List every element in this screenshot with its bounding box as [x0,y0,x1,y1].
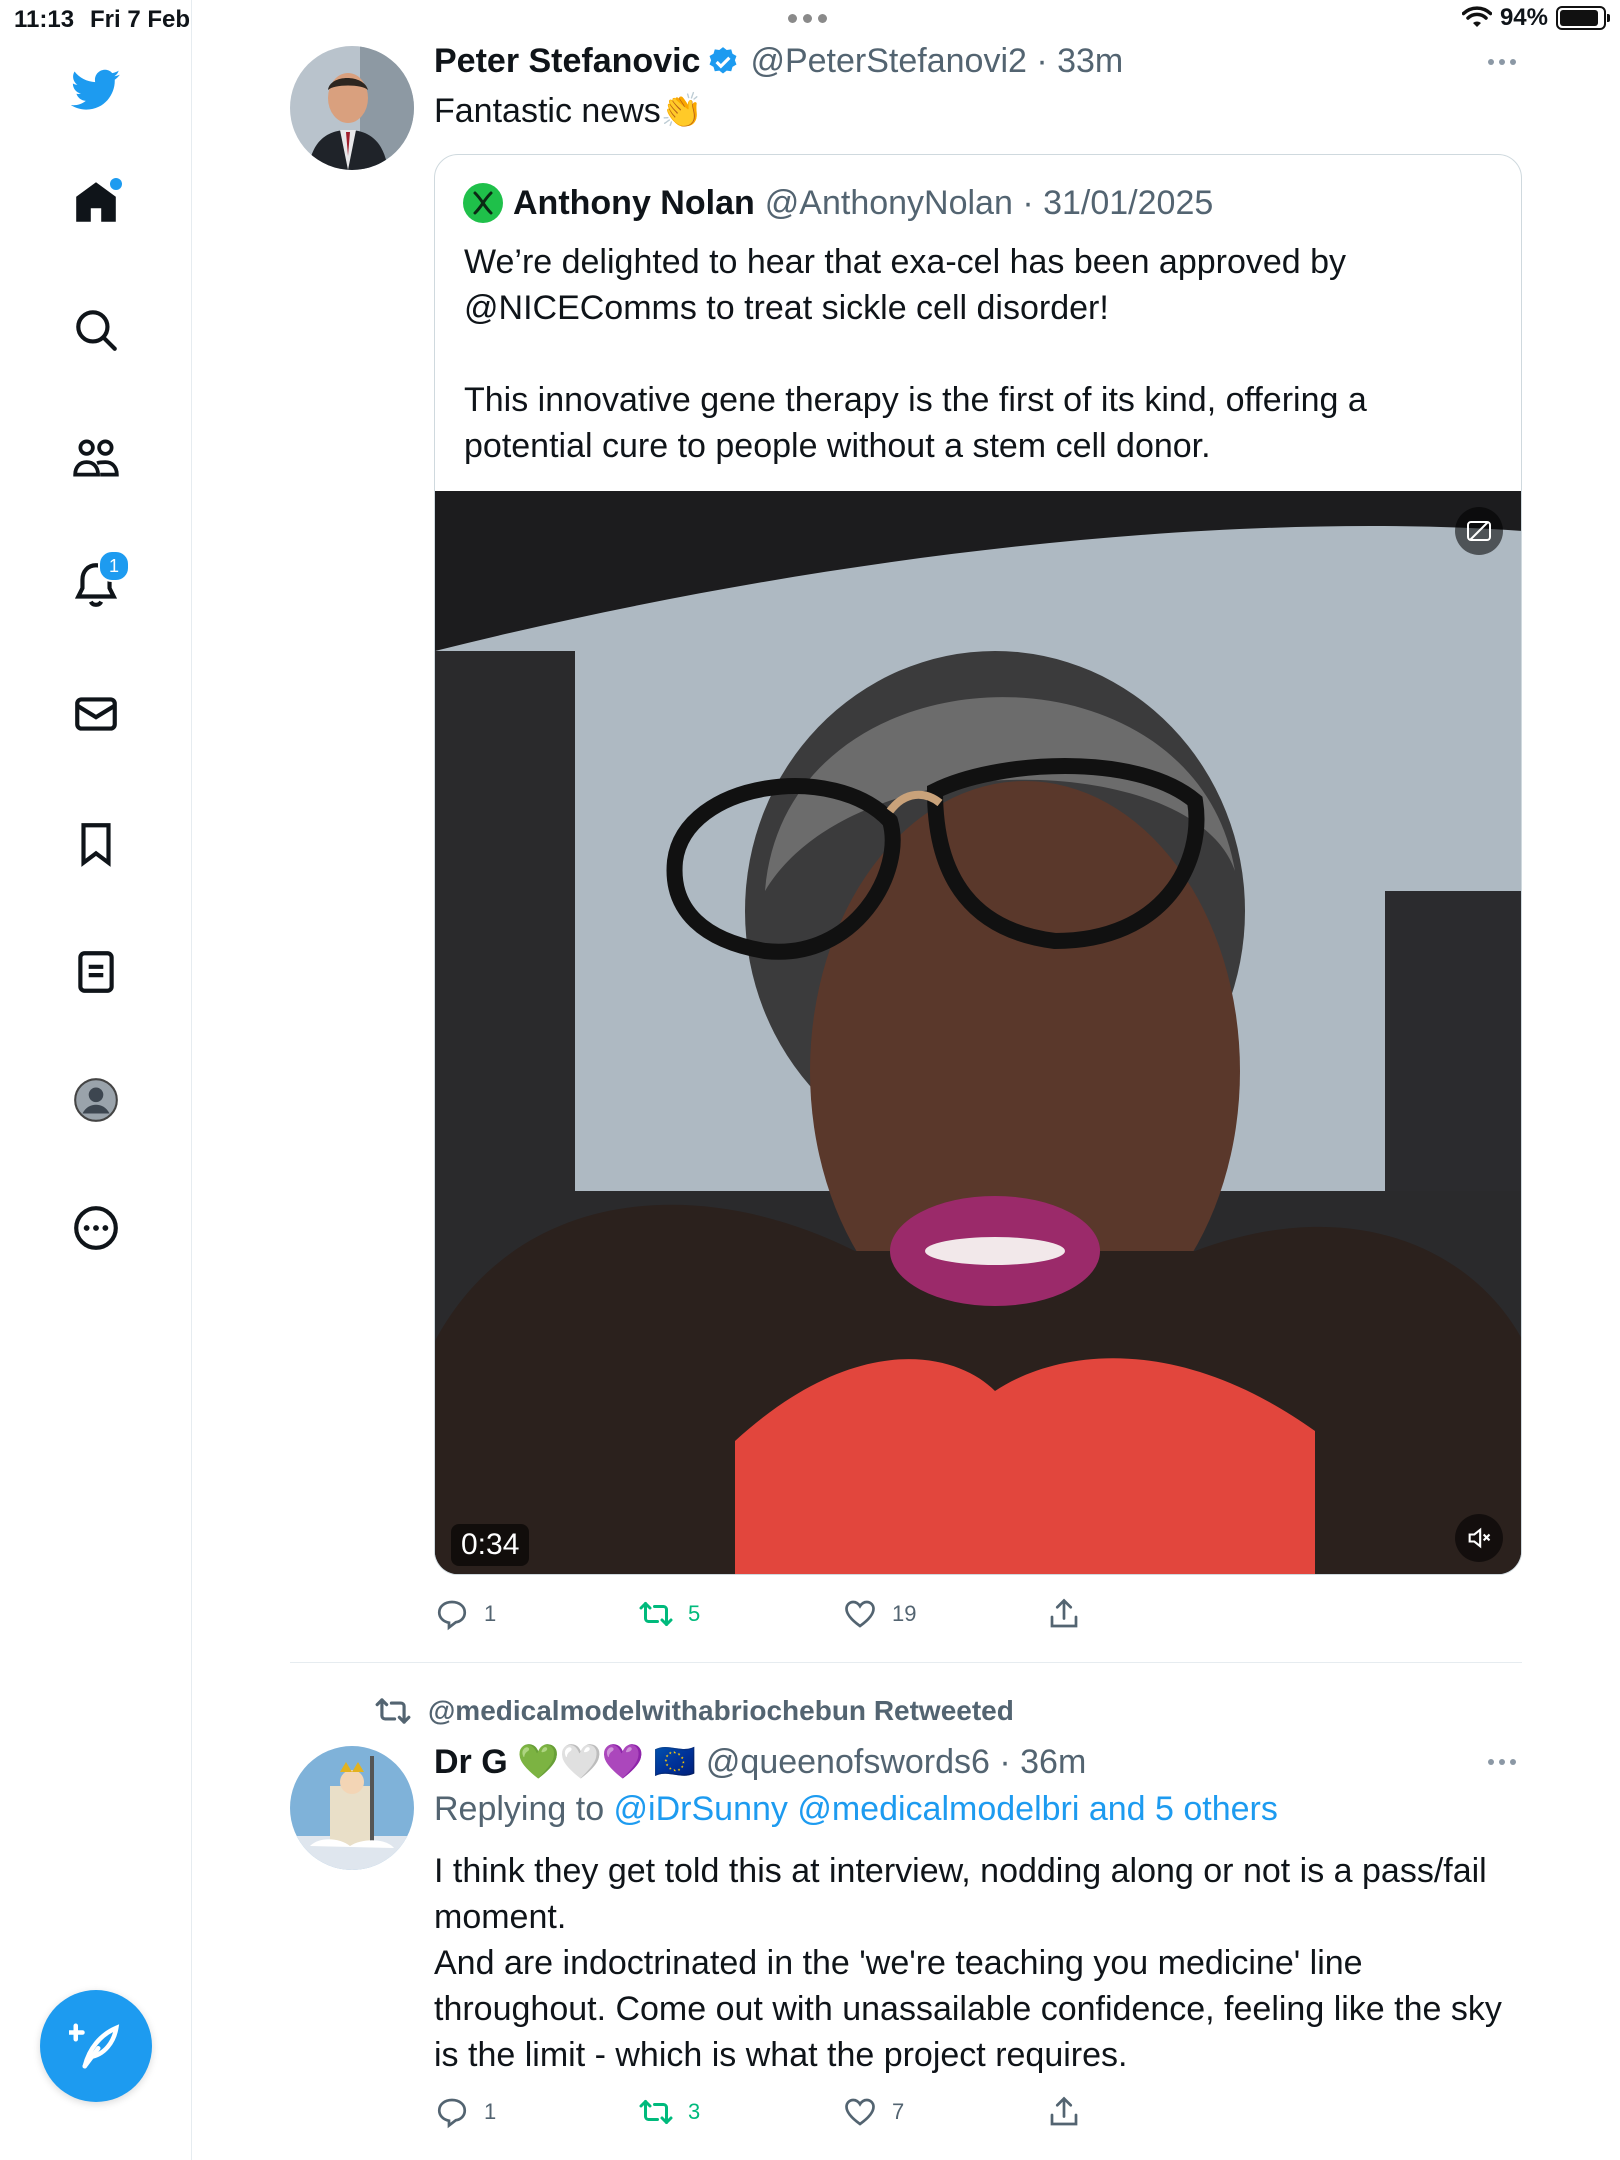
tweet1-retweet-count: 5 [688,1601,701,1626]
retweeted-by-text[interactable]: @medicalmodelwithabriochebun Retweeted [428,1695,1014,1727]
reply-icon [437,2098,467,2129]
lists-icon[interactable] [58,934,134,1010]
quote-video-player[interactable]: 0:34 [435,491,1521,1574]
tweet2-text: I think they get told this at interview,… [434,1852,1502,2074]
reply-icon [437,1600,467,1631]
status-bar: 11:13 Fri 7 Feb 94% [0,0,1620,40]
quote-text: We’re delighted to hear that exa-cel has… [464,243,1367,465]
tweet1-reply-count: 1 [484,1601,497,1626]
search-icon[interactable] [58,292,134,368]
video-duration-badge: 0:34 [451,1524,530,1566]
replying-to-row: Replying to @iDrSunny @medicalmodelbri a… [434,1790,1278,1829]
tweet2-header: Dr G 💚🤍💜 🇪🇺 @queenofswords6 · 36m [434,1742,1086,1782]
more-options-circle-icon[interactable] [58,1190,134,1266]
mute-toggle-icon[interactable] [1455,1514,1503,1562]
tweet-divider [290,1662,1522,1663]
profile-avatar-icon[interactable] [58,1062,134,1138]
tweet2-more-icon[interactable] [1488,1759,1528,1765]
tweet1-actions: 1 5 19 [434,1596,1250,1632]
twitter-logo-icon[interactable] [58,52,134,128]
quote-handle[interactable]: @AnthonyNolan · 31/01/2025 [765,184,1214,223]
video-frame-image [435,491,1521,1574]
peter-avatar[interactable] [290,46,414,170]
retweet-indicator-icon [375,1698,411,1724]
home-new-dot [110,178,122,190]
captions-toggle-icon[interactable] [1455,507,1503,555]
tweet1-share-button[interactable] [1046,1596,1250,1632]
communities-icon[interactable] [58,420,134,496]
share-icon [1050,2096,1078,2126]
retweet-icon [639,1602,673,1626]
tweet2-handle[interactable]: @queenofswords6 · 36m [706,1743,1086,1782]
tweet2-actions: 1 3 7 [434,2094,1250,2130]
sidebar: 1 [0,0,192,2160]
tweet2-like-count: 7 [892,2099,905,2124]
status-right: 94% [1461,4,1610,32]
heart-icon [845,2098,875,2126]
battery-percent: 94% [1499,4,1548,31]
replying-to-prefix: Replying to [434,1790,614,1828]
notifications-badge: 1 [98,550,130,582]
retweet-icon [639,2100,673,2124]
tweet1-retweet-button[interactable]: 5 [638,1596,842,1632]
verified-badge-icon [709,46,737,73]
compose-tweet-button[interactable] [40,1990,152,2102]
tweet2-retweet-count: 3 [688,2099,701,2124]
tweet2-author-name[interactable]: Dr G 💚🤍💜 🇪🇺 [434,1742,696,1782]
tweet1-reply-button[interactable]: 1 [434,1596,638,1632]
tweet1-header: Peter Stefanovic @PeterStefanovi2 · 33m [434,42,1123,81]
multitasking-dots-icon[interactable] [788,14,827,23]
retweeted-by-row: @medicalmodelwithabriochebun Retweeted [374,1692,1014,1730]
messages-envelope-icon[interactable] [58,676,134,752]
dr-g-avatar[interactable] [290,1746,414,1870]
tweet2-retweet-button[interactable]: 3 [638,2094,842,2130]
tweet1-author-name[interactable]: Peter Stefanovic [434,42,700,81]
tweet2-share-button[interactable] [1046,2094,1250,2130]
tweet1-like-count: 19 [892,1601,917,1626]
tweet1-text: Fantastic news👏 [434,92,704,130]
tweet2-reply-count: 1 [484,2099,497,2124]
quote-header: Anthony Nolan @AnthonyNolan · 31/01/2025 [463,183,1213,223]
quote-author-name[interactable]: Anthony Nolan [513,184,755,223]
tweet1-more-icon[interactable] [1488,59,1528,65]
heart-icon [845,1600,875,1628]
bookmark-icon[interactable] [58,806,134,882]
tweet2-like-button[interactable]: 7 [842,2094,1046,2130]
compose-feather-icon [69,2023,120,2069]
tweet2-reply-button[interactable]: 1 [434,2094,638,2130]
quoted-tweet-card[interactable]: Anthony Nolan @AnthonyNolan · 31/01/2025… [434,154,1522,1575]
battery-icon [1556,6,1610,30]
tweet1-like-button[interactable]: 19 [842,1596,1046,1632]
wifi-icon [1461,6,1492,27]
notifications-bell-icon[interactable]: 1 [58,546,134,622]
tweet1-handle[interactable]: @PeterStefanovi2 · 33m [750,42,1123,81]
anthony-nolan-logo-icon [463,183,503,223]
video-duration: 0:34 [461,1528,520,1561]
replying-to-links[interactable]: @iDrSunny @medicalmodelbri and 5 others [614,1790,1278,1828]
share-icon [1050,1598,1078,1628]
home-icon[interactable] [58,164,134,240]
